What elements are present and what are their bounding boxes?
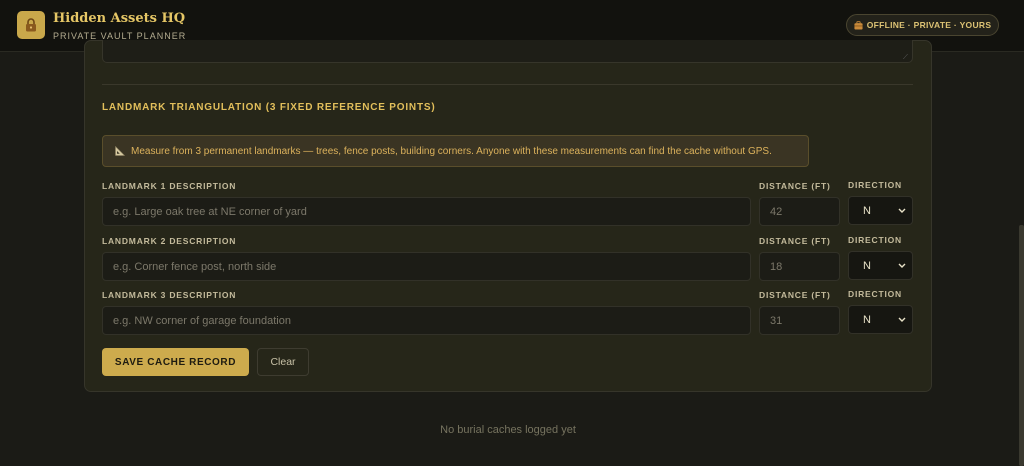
- landmark-1-direction-select[interactable]: N: [848, 196, 913, 225]
- notice-text: Measure from 3 permanent landmarks — tre…: [131, 145, 772, 157]
- landmark-2-distance-input[interactable]: [759, 252, 840, 281]
- landmark-1-description-input[interactable]: [102, 197, 751, 226]
- app-logo: [17, 11, 45, 39]
- landmark-3-description-input[interactable]: [102, 306, 751, 335]
- chevron-down-icon: [898, 206, 906, 215]
- landmark-3-direction-select[interactable]: N: [848, 305, 913, 334]
- landmark-3-direction-value: N: [863, 313, 871, 326]
- save-cache-button[interactable]: SAVE CACHE RECORD: [102, 348, 249, 376]
- app-title: Hidden Assets HQ: [53, 11, 186, 26]
- landmark-2-direction-select[interactable]: N: [848, 251, 913, 280]
- landmark-2-direction-label: DIRECTION: [848, 235, 902, 245]
- ruler-icon: [115, 146, 125, 156]
- landmark-1-distance-input[interactable]: [759, 197, 840, 226]
- landmark-3-distance-input[interactable]: [759, 306, 840, 335]
- landmark-3-label: LANDMARK 3 DESCRIPTION: [102, 290, 237, 300]
- empty-state-message: No burial caches logged yet: [440, 424, 576, 436]
- section-divider: [102, 84, 913, 85]
- section-title: LANDMARK TRIANGULATION (3 FIXED REFERENC…: [102, 102, 436, 113]
- triangulation-notice: Measure from 3 permanent landmarks — tre…: [102, 135, 809, 167]
- briefcase-icon: [854, 20, 863, 30]
- status-badge: OFFLINE · PRIVATE · YOURS: [846, 14, 999, 36]
- landmark-1-direction-value: N: [863, 204, 871, 217]
- landmark-1-direction-label: DIRECTION: [848, 180, 902, 190]
- landmark-3-direction-label: DIRECTION: [848, 289, 902, 299]
- lock-icon: [26, 18, 36, 32]
- resize-handle-icon[interactable]: ⟋: [903, 54, 910, 61]
- notes-textarea[interactable]: ⟋: [102, 40, 913, 63]
- landmark-1-label: LANDMARK 1 DESCRIPTION: [102, 181, 237, 191]
- landmark-2-label: LANDMARK 2 DESCRIPTION: [102, 236, 237, 246]
- landmark-3-distance-label: DISTANCE (FT): [759, 290, 831, 300]
- clear-button[interactable]: Clear: [257, 348, 309, 376]
- chevron-down-icon: [898, 315, 906, 324]
- chevron-down-icon: [898, 261, 906, 270]
- landmark-2-description-input[interactable]: [102, 252, 751, 281]
- page-scrollbar[interactable]: [1019, 225, 1024, 466]
- status-text: OFFLINE · PRIVATE · YOURS: [866, 20, 992, 30]
- landmark-1-distance-label: DISTANCE (FT): [759, 181, 831, 191]
- landmark-2-distance-label: DISTANCE (FT): [759, 236, 831, 246]
- landmark-2-direction-value: N: [863, 259, 871, 272]
